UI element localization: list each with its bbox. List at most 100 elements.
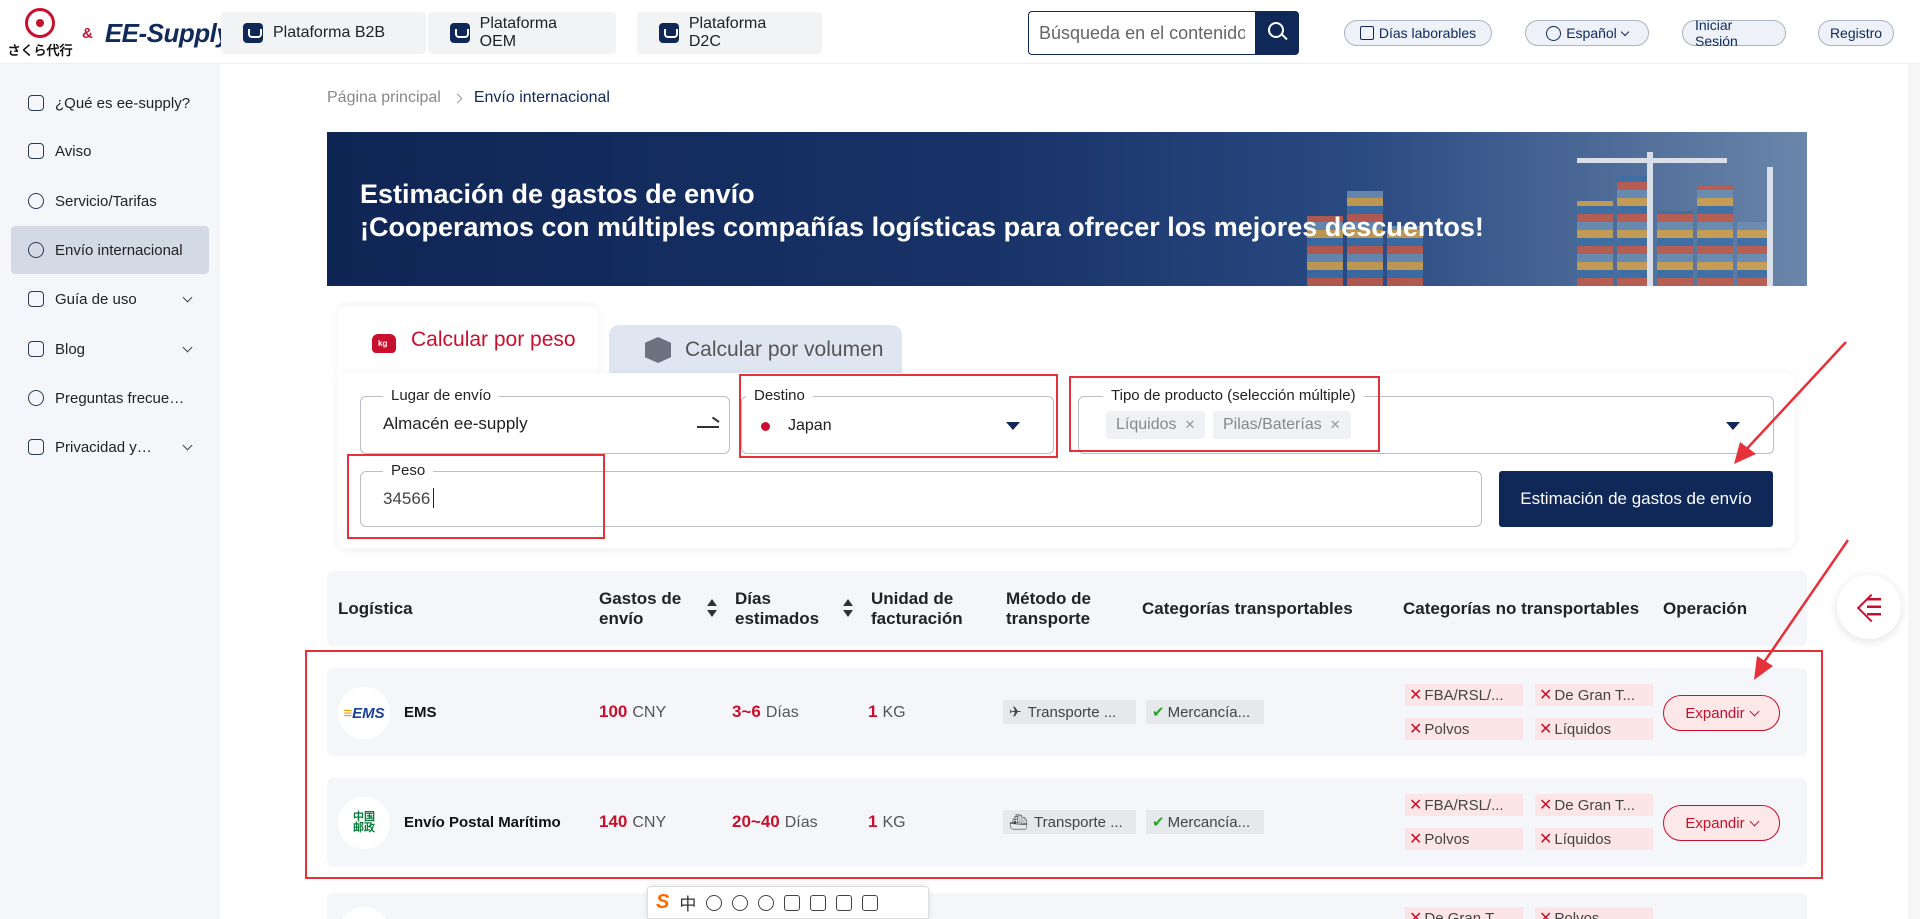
banner-line-2: ¡Cooperamos con múltiples compañías logí… [360, 212, 1484, 242]
expand-button[interactable]: Expandir [1663, 695, 1780, 731]
chevron-right-icon [452, 93, 463, 103]
check-icon: ✔ [1152, 814, 1165, 831]
breadcrumb-home-link[interactable]: Página principal [327, 89, 441, 107]
close-icon[interactable]: ✕ [1185, 417, 1196, 433]
language-select[interactable]: Español [1525, 20, 1649, 46]
workdays-button[interactable]: Días laborables [1344, 20, 1492, 46]
chevron-down-icon [1749, 706, 1760, 716]
keyboard-icon[interactable] [784, 894, 801, 911]
billing-unit-label: KG [882, 704, 906, 721]
platform-tab-oem[interactable]: Plataforma OEM [428, 12, 616, 54]
allowed-category-label: Mercancía... [1167, 813, 1251, 831]
transport-method-label: Transporte ... [1034, 813, 1123, 831]
not-allowed-label: Polvos [1424, 720, 1470, 738]
shipping-cost: 100 CNY [599, 702, 666, 722]
crane-arm-image [1577, 158, 1727, 163]
chinese-mode-toggle[interactable]: 中 [679, 890, 696, 915]
page-scrollbar[interactable] [1908, 64, 1920, 919]
sidebar-item-about[interactable]: ¿Qué es ee-supply? [11, 79, 209, 127]
login-button[interactable]: Iniciar Sesión [1682, 17, 1786, 49]
header-days[interactable]: Días estimados [735, 571, 825, 646]
globe-icon [1546, 25, 1562, 41]
register-button[interactable]: Registro [1818, 20, 1894, 46]
billing-unit: 1 KG [868, 702, 906, 722]
chevron-down-icon [182, 440, 193, 451]
top-header: さくら代行 & EE-Supply Plataforma B2B Platafo… [0, 0, 1920, 64]
sidebar-item-label: Preguntas frecuentes [55, 389, 191, 407]
origin-value: Almacén ee-supply [383, 414, 528, 433]
not-allowed-chip: ✕ FBA/RSL/... [1405, 684, 1523, 706]
billing-unit-label: KG [882, 814, 906, 831]
sakura-flower-icon [25, 8, 55, 38]
header-cost[interactable]: Gastos de envío [599, 571, 689, 646]
blog-icon [28, 341, 44, 357]
sidebar-item-faq[interactable]: Preguntas frecuentes [11, 374, 209, 422]
user-icon[interactable] [810, 894, 827, 911]
tab-calc-by-volume[interactable]: Calcular por volumen [609, 325, 902, 375]
ime-toolbar: S 中 [647, 886, 929, 919]
site-logo[interactable]: さくら代行 & EE-Supply [8, 8, 231, 59]
platform-tab-d2c[interactable]: Plataforma D2C [637, 12, 822, 54]
sidebar-item-blog[interactable]: Blog [11, 325, 209, 373]
table-row: ≡ EMS EMS 100 CNY 3~6 Días 1 KG ✈ Transporte … [327, 668, 1807, 756]
search-button[interactable] [1255, 11, 1299, 55]
platform-tab-label: Plataforma B2B [273, 24, 386, 41]
sidebar-item-notice[interactable]: Aviso [11, 127, 209, 175]
product-tag[interactable]: Pilas/Baterías ✕ [1213, 411, 1351, 439]
grid-icon[interactable] [862, 894, 879, 911]
sogou-icon[interactable]: S [656, 891, 669, 914]
not-allowed-chip: ✕ Líquidos [1535, 828, 1653, 850]
product-type-label: Tipo de producto (selección múltiple) [1103, 387, 1364, 404]
product-tag[interactable]: Líquidos ✕ [1106, 411, 1206, 439]
product-type-select[interactable]: Tipo de producto (selección múltiple) Lí… [1078, 387, 1774, 454]
punctuation-icon[interactable] [706, 894, 723, 911]
days-value: 20~40 [732, 812, 780, 831]
sidebar-item-label: ¿Qué es ee-supply? [55, 94, 191, 112]
x-icon: ✕ [1409, 797, 1423, 814]
destination-select[interactable]: Destino Japan [741, 387, 1054, 454]
weight-kg-icon [371, 327, 397, 353]
sidebar-item-label: Blog [55, 340, 86, 358]
sort-icon[interactable] [843, 599, 853, 619]
not-allowed-label: FBA/RSL/... [1424, 686, 1504, 704]
japan-flag-icon [761, 422, 770, 431]
chevron-down-icon [182, 342, 193, 353]
close-icon[interactable]: ✕ [1330, 417, 1341, 433]
collapse-menu-button[interactable] [1837, 575, 1901, 639]
table-row: ✕ De Gran T... ✕ Polvos [327, 893, 1807, 919]
language-label: Español [1566, 25, 1617, 41]
destination-label: Destino [746, 387, 813, 404]
sidebar-item-international-shipping[interactable]: Envío internacional [11, 226, 209, 274]
origin-field[interactable]: Lugar de envío Almacén ee-supply [360, 387, 730, 454]
platform-tab-b2b[interactable]: Plataforma B2B [221, 12, 426, 54]
shipping-cost: 140 CNY [599, 812, 666, 832]
sort-icon[interactable] [707, 599, 717, 619]
crane-image [1647, 152, 1653, 286]
ship-icon: ⛴ [1009, 814, 1029, 831]
x-icon: ✕ [1539, 831, 1553, 848]
x-icon: ✕ [1409, 687, 1423, 704]
chevron-down-icon [1620, 27, 1630, 36]
airplane-icon: ✈ [1009, 704, 1022, 721]
ems-logo: ≡ EMS [338, 687, 390, 739]
table-row: 中国 邮政 Envío Postal Marítimo 140 CNY 20~40 D… [327, 778, 1807, 866]
not-allowed-label: Líquidos [1554, 720, 1612, 738]
sidebar-item-guide[interactable]: Guía de uso [11, 275, 209, 323]
expand-button[interactable]: Expandir [1663, 805, 1780, 841]
search-input[interactable] [1028, 11, 1255, 55]
sidebar-item-privacy[interactable]: Privacidad y seguridad [11, 423, 209, 471]
not-allowed-label: De Gran T... [1424, 909, 1505, 919]
microphone-icon[interactable] [758, 894, 775, 911]
container-stack-image [1697, 186, 1733, 286]
emoji-icon[interactable] [732, 894, 749, 911]
sidebar-item-label: Guía de uso [55, 290, 137, 308]
days-value: 3~6 [732, 702, 761, 721]
text-cursor [433, 488, 434, 508]
sidebar-item-services[interactable]: Servicio/Tarifas [11, 177, 209, 225]
weight-field[interactable]: Peso 34566 [360, 462, 1482, 527]
cost-value: 140 [599, 812, 628, 831]
tab-calc-by-weight[interactable]: Calcular por peso [337, 306, 599, 374]
skin-icon[interactable] [836, 894, 853, 911]
product-tag-label: Líquidos [1116, 416, 1177, 433]
weight-input-value[interactable]: 34566 [383, 489, 430, 509]
